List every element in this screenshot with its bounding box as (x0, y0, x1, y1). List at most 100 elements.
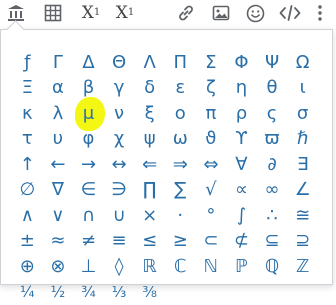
symbol-button[interactable]: δ (134, 76, 165, 102)
symbol-button[interactable]: ⇒ (165, 152, 196, 178)
symbol-button[interactable]: ½ (43, 280, 74, 305)
symbol-button[interactable]: Λ (134, 50, 165, 76)
symbol-button[interactable]: ⇔ (196, 152, 227, 178)
symbol-button[interactable]: ℙ (226, 254, 257, 280)
image-icon[interactable] (210, 2, 232, 24)
table-icon[interactable] (42, 2, 64, 24)
symbol-button[interactable]: ∝ (226, 178, 257, 204)
symbol-button[interactable]: ⊄ (226, 229, 257, 255)
emoji-icon[interactable] (244, 2, 266, 24)
symbol-button[interactable]: α (43, 76, 74, 102)
symbol-button[interactable]: → (73, 152, 104, 178)
symbol-button[interactable]: ∞ (257, 178, 288, 204)
symbol-button[interactable]: ⊂ (196, 229, 227, 255)
symbol-button[interactable]: ± (12, 229, 43, 255)
symbol-button[interactable]: ℂ (165, 254, 196, 280)
symbol-button[interactable]: ο (165, 101, 196, 127)
code-icon[interactable] (278, 2, 302, 24)
symbol-button[interactable]: Ψ (257, 50, 288, 76)
symbol-button[interactable]: ⅜ (134, 280, 165, 305)
symbol-button[interactable]: ⇐ (134, 152, 165, 178)
symbol-button[interactable]: ∩ (73, 203, 104, 229)
symbol-button[interactable]: ≤ (134, 229, 165, 255)
symbol-button[interactable]: σ (287, 101, 318, 127)
symbol-button[interactable]: ∋ (104, 178, 135, 204)
symbol-button[interactable]: ≅ (287, 203, 318, 229)
symbol-button[interactable]: ∨ (43, 203, 74, 229)
symbol-button[interactable]: υ (43, 127, 74, 153)
symbol-button[interactable]: Ω (287, 50, 318, 76)
symbol-button[interactable]: ≠ (73, 229, 104, 255)
symbol-button[interactable]: λ (43, 101, 74, 127)
symbol-button[interactable]: ∠ (287, 178, 318, 204)
symbol-button[interactable]: ≈ (43, 229, 74, 255)
symbol-button[interactable]: ¼ (12, 280, 43, 305)
symbol-button[interactable]: ↑ (12, 152, 43, 178)
symbol-button[interactable]: ⊗ (43, 254, 74, 280)
symbol-button[interactable]: ≡ (104, 229, 135, 255)
symbol-button[interactable]: ° (196, 203, 227, 229)
symbol-button[interactable]: ∧ (12, 203, 43, 229)
symbol-button-highlighted[interactable]: μ (73, 101, 104, 127)
symbol-button[interactable]: ƒ (12, 50, 43, 76)
link-icon[interactable] (175, 2, 197, 24)
superscript-button[interactable]: X1 (113, 2, 137, 24)
symbol-button[interactable]: ψ (134, 127, 165, 153)
subscript-button[interactable]: X1 (79, 2, 103, 24)
symbol-button[interactable]: η (226, 76, 257, 102)
symbol-button[interactable]: ⊕ (12, 254, 43, 280)
symbol-button[interactable]: ⊆ (257, 229, 288, 255)
symbol-button[interactable]: β (73, 76, 104, 102)
symbol-button[interactable]: ⊇ (287, 229, 318, 255)
symbol-button[interactable]: χ (104, 127, 135, 153)
symbol-button[interactable]: ς (257, 101, 288, 127)
symbol-button[interactable]: Γ (43, 50, 74, 76)
symbol-button[interactable]: ℕ (196, 254, 227, 280)
symbol-button[interactable]: γ (104, 76, 135, 102)
symbol-button[interactable]: ζ (196, 76, 227, 102)
symbol-button[interactable]: ∈ (73, 178, 104, 204)
symbol-button[interactable]: ν (104, 101, 135, 127)
symbol-button[interactable]: ∇ (43, 178, 74, 204)
symbol-button[interactable]: κ (12, 101, 43, 127)
symbol-button[interactable]: ℏ (287, 127, 318, 153)
symbol-button[interactable]: ∪ (104, 203, 135, 229)
symbol-button[interactable]: τ (12, 127, 43, 153)
symbol-button[interactable]: ∑ (165, 178, 196, 204)
symbol-button[interactable]: ξ (134, 101, 165, 127)
symbol-button[interactable]: √ (196, 178, 227, 204)
symbol-button[interactable]: ω (165, 127, 196, 153)
symbol-button[interactable]: · (165, 203, 196, 229)
symbol-button[interactable]: ¾ (73, 280, 104, 305)
symbol-button[interactable]: ≥ (165, 229, 196, 255)
symbol-button[interactable]: θ (257, 76, 288, 102)
symbol-button[interactable]: ε (165, 76, 196, 102)
symbol-button[interactable]: ∅ (12, 178, 43, 204)
symbol-button[interactable]: ◊ (104, 254, 135, 280)
symbol-button[interactable]: ∏ (134, 178, 165, 204)
symbol-button[interactable]: ⅓ (104, 280, 135, 305)
symbol-button[interactable]: Σ (196, 50, 227, 76)
symbol-button[interactable]: ι (287, 76, 318, 102)
symbol-button[interactable]: ρ (226, 101, 257, 127)
symbol-button[interactable]: ↔ (104, 152, 135, 178)
symbol-button[interactable]: ϑ (196, 127, 227, 153)
symbol-button[interactable]: ϖ (257, 127, 288, 153)
symbol-button[interactable]: ∀ (226, 152, 257, 178)
symbol-button[interactable]: Φ (226, 50, 257, 76)
symbol-button[interactable]: ⊥ (73, 254, 104, 280)
more-icon[interactable] (312, 2, 328, 24)
symbol-button[interactable]: × (134, 203, 165, 229)
symbol-button[interactable]: π (196, 101, 227, 127)
symbol-button[interactable]: φ (73, 127, 104, 153)
symbol-button[interactable]: ℤ (287, 254, 318, 280)
symbol-button[interactable]: ∴ (257, 203, 288, 229)
symbol-button[interactable]: Θ (104, 50, 135, 76)
symbol-button[interactable]: ∂ (257, 152, 288, 178)
symbol-button[interactable]: ← (43, 152, 74, 178)
symbol-button[interactable]: ℝ (134, 254, 165, 280)
symbol-button[interactable]: ϒ (226, 127, 257, 153)
symbol-button[interactable]: Ξ (12, 76, 43, 102)
symbol-button[interactable]: Δ (73, 50, 104, 76)
symbol-button[interactable]: ℚ (257, 254, 288, 280)
